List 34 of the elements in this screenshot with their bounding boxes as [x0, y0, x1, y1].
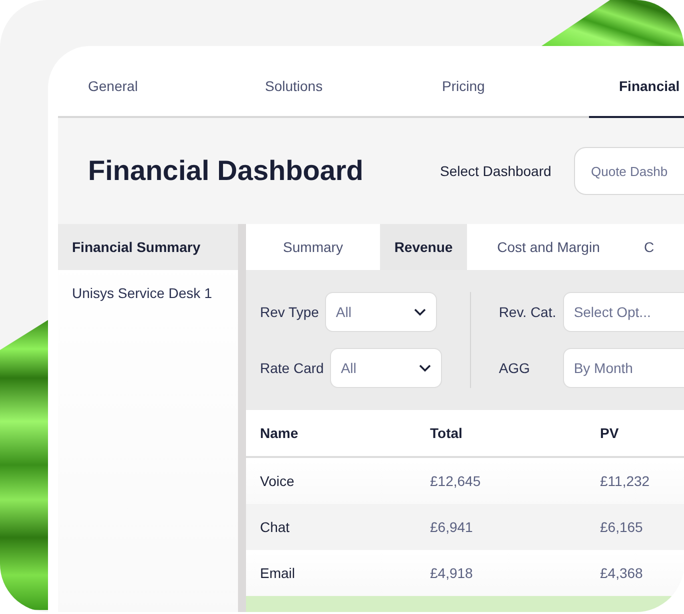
page-title: Financial Dashboard	[88, 155, 364, 187]
tab[interactable]: Revenue	[380, 224, 467, 270]
chevron-down-icon	[418, 364, 431, 372]
field-label: AGG	[498, 360, 531, 376]
tab[interactable]: Pricing	[412, 56, 589, 116]
column-header: Name	[260, 425, 300, 441]
field-label: Rate Card	[260, 360, 324, 376]
table-cell-text: £12,645	[430, 473, 482, 489]
table-cell-text: £4,368	[600, 565, 644, 581]
table-cell-text: £11,232	[600, 473, 651, 489]
field-label: Rev Type	[260, 304, 319, 320]
tab[interactable]: Summary	[246, 224, 380, 270]
sidebar-item[interactable]: Financial Summary	[58, 224, 238, 270]
table-cell-text: Voice	[260, 473, 296, 489]
dropdown[interactable]: All	[330, 348, 442, 388]
input-field[interactable]: Select Opt...	[562, 292, 684, 332]
dropdown[interactable]: All	[324, 292, 437, 332]
input-field[interactable]: By Month	[562, 348, 684, 388]
column-header: Total	[430, 425, 464, 441]
table-cell-text: £4,918	[430, 565, 474, 581]
field-label: Rev. Cat.	[498, 304, 557, 320]
sidebar-item[interactable]: Unisys Service Desk 1	[58, 270, 238, 316]
table-cell-text: Chat	[260, 519, 291, 535]
field-label: Select Dashboard	[440, 163, 552, 179]
tab[interactable]: C	[630, 224, 670, 270]
table-cell-text: £6,941	[430, 519, 474, 535]
table-cell-text: Email	[260, 565, 296, 581]
tab[interactable]: General	[58, 56, 235, 116]
dashboard-select[interactable]: Quote Dashb	[574, 147, 684, 195]
table-cell-text: £6,165	[600, 519, 644, 535]
column-header: PV	[600, 425, 620, 441]
tab[interactable]: Cost and Margin	[467, 224, 630, 270]
chevron-down-icon	[414, 308, 426, 316]
tab[interactable]: Solutions	[235, 56, 412, 116]
